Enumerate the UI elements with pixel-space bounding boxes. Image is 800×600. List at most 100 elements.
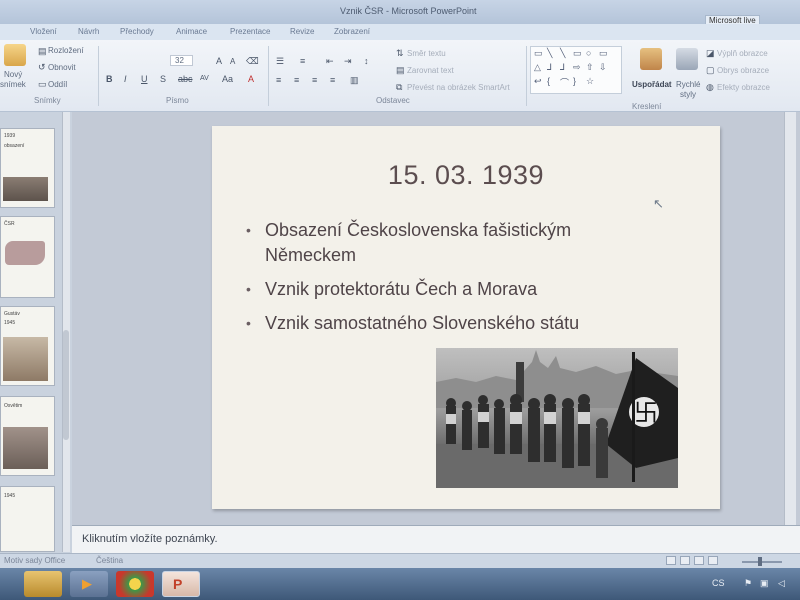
underline-icon[interactable]: U (141, 74, 148, 84)
line-spacing-icon[interactable]: ↕ (364, 56, 369, 66)
tab-transitions[interactable]: Přechody (120, 27, 154, 36)
connector-shape-icon[interactable]: ⅃ (547, 62, 552, 73)
grow-font-icon[interactable]: A (216, 56, 222, 66)
arrange-icon[interactable] (640, 48, 662, 70)
bold-icon[interactable]: B (106, 74, 113, 84)
line-shape-icon[interactable]: ╲ (547, 48, 552, 59)
shape-outline-button[interactable]: Obrys obrazce (717, 66, 769, 75)
historical-photo[interactable]: 卐 (436, 348, 678, 488)
font-size-box[interactable]: 32 (170, 55, 193, 66)
language-indicator[interactable]: CS (712, 578, 725, 588)
align-text-button[interactable]: Zarovnat text (407, 66, 454, 75)
thumbnail-photo (3, 427, 48, 469)
align-left-icon[interactable]: ≡ (276, 75, 281, 85)
arrow-right-shape-icon[interactable]: ⇨ (573, 62, 581, 73)
new-slide-label-1[interactable]: Nový (4, 70, 22, 79)
strikethrough-icon[interactable]: abc (178, 74, 193, 84)
brace-shape-icon[interactable]: { (547, 76, 550, 86)
brace-shape-icon[interactable]: } (573, 76, 576, 86)
bullets-icon[interactable]: ☰ (276, 56, 284, 66)
quick-styles-icon[interactable] (676, 48, 698, 70)
slideshow-view-button[interactable] (708, 556, 718, 565)
font-color-icon[interactable]: A (248, 74, 254, 84)
text-direction-button[interactable]: Směr textu (407, 49, 446, 58)
layout-button[interactable]: Rozložení (48, 46, 84, 55)
bullet-item[interactable]: • Vznik protektorátu Čech a Morava (244, 277, 704, 302)
rectangle-shape-icon[interactable]: ▭ (573, 48, 582, 59)
clear-format-icon[interactable]: ⌫ (246, 56, 259, 66)
new-slide-label-2[interactable]: snímek (0, 80, 26, 89)
section-button[interactable]: Oddíl (48, 80, 67, 89)
oval-shape-icon[interactable]: ○ (586, 48, 591, 58)
rectangle-shape-icon[interactable]: ▭ (534, 48, 543, 59)
star-shape-icon[interactable]: ☆ (586, 76, 594, 87)
justify-icon[interactable]: ≡ (330, 75, 335, 85)
slide-thumbnail[interactable]: Osvětim (0, 396, 55, 476)
spacing-icon[interactable]: AV (200, 74, 209, 84)
decrease-indent-icon[interactable]: ⇤ (326, 56, 334, 66)
chrome-taskbar-icon[interactable] (116, 571, 154, 597)
media-player-taskbar-icon[interactable]: ▶ (70, 571, 108, 597)
slide-vertical-scrollbar[interactable] (784, 112, 796, 525)
svg-text:卐: 卐 (634, 399, 658, 427)
slide-thumbnail[interactable]: Gustáv 1945 (0, 306, 55, 386)
bullet-item[interactable]: • Obsazení Československa fašistickým Ně… (244, 218, 704, 268)
change-case-icon[interactable]: Aa (222, 74, 233, 84)
arrow-up-shape-icon[interactable]: ⇧ (586, 62, 594, 73)
bullet-dot-icon: • (246, 222, 251, 238)
align-right-icon[interactable]: ≡ (312, 75, 317, 85)
curve-shape-icon[interactable]: ⌒ (560, 76, 569, 89)
new-slide-icon[interactable] (4, 44, 26, 66)
powerpoint-taskbar-icon[interactable]: P (162, 571, 200, 597)
reading-view-button[interactable] (694, 556, 704, 565)
shrink-font-icon[interactable]: A (230, 57, 235, 67)
tray-network-icon[interactable]: ▣ (760, 578, 769, 589)
language-status[interactable]: Čeština (96, 556, 123, 565)
tab-view[interactable]: Zobrazení (334, 27, 370, 36)
align-center-icon[interactable]: ≡ (294, 75, 299, 85)
slide-bullets[interactable]: • Obsazení Československa fašistickým Ně… (244, 218, 704, 345)
increase-indent-icon[interactable]: ⇥ (344, 56, 352, 66)
tab-animations[interactable]: Animace (176, 27, 207, 36)
connector-shape-icon[interactable]: ⅃ (560, 62, 565, 73)
arrange-button[interactable]: Uspořádat (632, 80, 672, 89)
bullet-item[interactable]: • Vznik samostatného Slovenského státu (244, 311, 704, 336)
shadow-icon[interactable]: S (160, 74, 166, 84)
triangle-shape-icon[interactable]: △ (534, 62, 541, 73)
curve-shape-icon[interactable]: ↩ (534, 76, 542, 87)
line-shape-icon[interactable]: ╲ (560, 48, 565, 59)
current-slide[interactable]: 15. 03. 1939 • Obsazení Československa f… (212, 126, 720, 509)
zoom-slider-handle[interactable] (758, 557, 762, 566)
arrow-down-shape-icon[interactable]: ⇩ (599, 62, 607, 73)
reset-icon: ↺ (38, 62, 46, 72)
tab-insert[interactable]: Vložení (30, 27, 57, 36)
normal-view-button[interactable] (666, 556, 676, 565)
shape-fill-icon: ◪ (706, 48, 715, 58)
slide-thumbnail[interactable]: ČSR (0, 216, 55, 298)
tab-design[interactable]: Návrh (78, 27, 99, 36)
slide-title[interactable]: 15. 03. 1939 (212, 160, 720, 191)
shapes-gallery[interactable]: ▭ ╲ ╲ ▭ ○ ▭ △ ⅃ ⅃ ⇨ ⇧ ⇩ ↩ { ⌒ } ☆ (530, 46, 622, 94)
thumbnails-scroll-thumb[interactable] (63, 330, 69, 440)
tray-volume-icon[interactable]: ◁ (778, 578, 785, 589)
slide-thumbnail[interactable]: 1945 (0, 486, 55, 552)
tab-slideshow[interactable]: Prezentace (230, 27, 270, 36)
numbering-icon[interactable]: ≡ (300, 56, 305, 66)
reset-button[interactable]: Obnovit (48, 63, 76, 72)
rectangle-shape-icon[interactable]: ▭ (599, 48, 608, 59)
slide-thumbnail[interactable]: 1939 obsazení (0, 128, 55, 208)
tray-flag-icon[interactable]: ⚑ (744, 578, 752, 589)
quick-styles-label-2[interactable]: styly (680, 90, 696, 99)
convert-smartart-button[interactable]: Převést na obrázek SmartArt (407, 83, 510, 92)
italic-icon[interactable]: I (124, 74, 127, 84)
notes-pane[interactable]: Kliknutím vložíte poznámky. (72, 525, 800, 553)
quick-styles-label-1[interactable]: Rychlé (676, 80, 700, 89)
shape-effects-button[interactable]: Efekty obrazce (717, 83, 770, 92)
shape-fill-button[interactable]: Výplň obrazce (717, 49, 768, 58)
tab-review[interactable]: Revize (290, 27, 314, 36)
notes-placeholder[interactable]: Kliknutím vložíte poznámky. (82, 533, 218, 545)
explorer-taskbar-icon[interactable] (24, 571, 62, 597)
zoom-slider[interactable] (742, 561, 782, 563)
columns-icon[interactable]: ▥ (350, 75, 359, 85)
slide-sorter-view-button[interactable] (680, 556, 690, 565)
